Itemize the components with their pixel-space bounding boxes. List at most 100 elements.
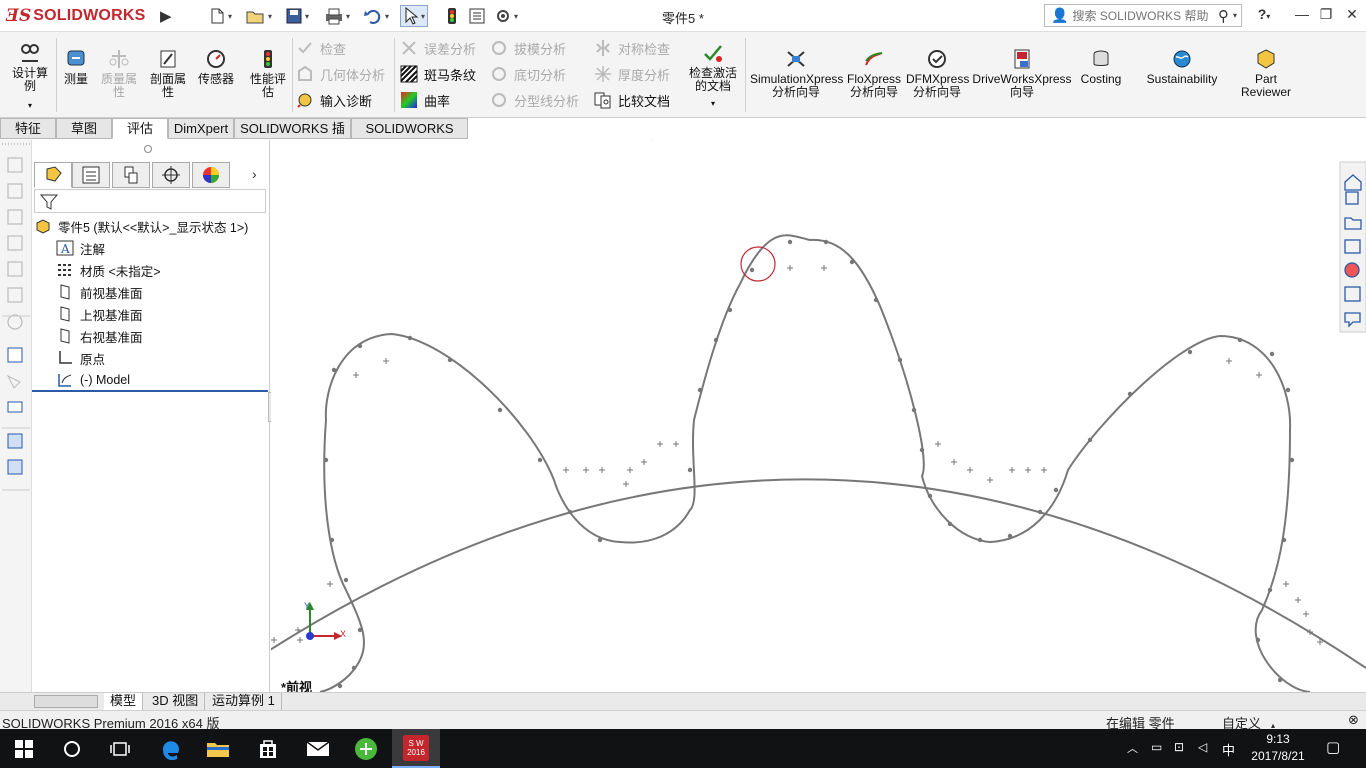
action-center-icon[interactable]: ▢ xyxy=(1326,738,1340,756)
rollback-bar[interactable] xyxy=(32,390,268,392)
graphics-viewport[interactable]: ▾ ▾ ▾ ▾ ▾ xyxy=(271,140,1366,692)
mass-properties-button[interactable]: 质量属性 xyxy=(96,48,142,99)
close-button[interactable]: ✕ xyxy=(1340,6,1364,26)
view-cube-icon xyxy=(7,261,23,277)
menu-expand-icon[interactable]: ▶ xyxy=(160,6,172,26)
help-search-box[interactable]: 👤 ⚲▾ xyxy=(1044,4,1242,27)
measure-button[interactable]: 测量 xyxy=(60,48,92,86)
dimxpert-manager-tab[interactable] xyxy=(152,162,190,188)
undo-button[interactable]: ▾ xyxy=(363,6,389,26)
tray-chevron-up-icon[interactable]: ︿ xyxy=(1127,740,1138,756)
clock[interactable]: 9:13 2017/8/21 xyxy=(1248,731,1308,765)
property-manager-tab[interactable] xyxy=(72,162,110,188)
tree-item-annotations[interactable]: A 注解 xyxy=(56,238,105,258)
gear-profile-sketch[interactable] xyxy=(271,234,1366,692)
sketch-point-marker xyxy=(1025,467,1031,473)
save-button[interactable]: ▾ xyxy=(285,6,309,26)
rebuild-button[interactable] xyxy=(446,6,458,26)
status-tags-icon[interactable]: ⊗ xyxy=(1348,712,1359,728)
options-button[interactable]: ▾ xyxy=(494,6,518,26)
thickness-analysis-button[interactable]: 厚度分析 xyxy=(594,63,670,85)
configuration-manager-tab[interactable] xyxy=(112,162,150,188)
solidworks-taskbar-button[interactable]: S W 2016 xyxy=(392,729,440,768)
sensors-button[interactable]: 传感器 xyxy=(194,48,238,86)
design-study-button[interactable]: 设计算例 ▾ xyxy=(8,42,52,112)
dfmxpress-button[interactable]: DFMXpress 分析向导 xyxy=(906,48,969,99)
tree-root-part[interactable]: 零件5 (默认<<默认>_显示状态 1>) xyxy=(34,216,248,236)
curvature-icon xyxy=(401,92,417,108)
ime-indicator[interactable]: 中 xyxy=(1222,740,1235,759)
undercut-analysis-button[interactable]: 底切分析 xyxy=(490,63,566,85)
tree-item-material[interactable]: 材质 <未指定> xyxy=(56,260,161,280)
minimize-button[interactable]: — xyxy=(1290,6,1314,26)
tree-item-right-plane[interactable]: 右视基准面 xyxy=(56,326,143,346)
solidworks-logo[interactable]: ƎS SOLIDWORKS xyxy=(6,4,154,28)
green-app-button[interactable] xyxy=(342,729,390,768)
deviation-analysis-button[interactable]: 误差分析 xyxy=(400,37,476,59)
check-active-document-label: 检查激活的文档 xyxy=(688,66,737,93)
floxpress-button[interactable]: FloXpress 分析向导 xyxy=(846,48,902,99)
section-properties-button[interactable]: 剖面属性 xyxy=(146,48,190,99)
parting-line-analysis-button[interactable]: 分型线分析 xyxy=(490,89,579,111)
new-document-button[interactable]: ▾ xyxy=(208,6,232,26)
tab-solidworks-mbd[interactable]: SOLIDWORKS MBD xyxy=(351,118,468,155)
symmetry-check-button[interactable]: 对称检查 xyxy=(594,37,670,59)
import-diagnostics-button[interactable]: 输入诊断 xyxy=(296,89,372,111)
performance-eval-button[interactable]: 性能评估 xyxy=(246,48,290,99)
tray-battery-icon[interactable]: ▭ xyxy=(1151,740,1162,754)
tab-features[interactable]: 特征 xyxy=(0,118,56,139)
start-button[interactable] xyxy=(0,729,48,768)
costing-button[interactable]: Costing xyxy=(1076,48,1126,86)
sketch-point-marker xyxy=(1009,467,1015,473)
geometry-analysis-button[interactable]: 几何体分析 xyxy=(296,63,385,85)
panel-pin-icon[interactable] xyxy=(144,145,152,153)
file-properties-button[interactable] xyxy=(468,6,486,26)
cortana-button[interactable] xyxy=(48,729,96,768)
curvature-button[interactable]: 曲率 xyxy=(400,89,450,111)
mail-button[interactable] xyxy=(294,729,342,768)
spline-point xyxy=(873,297,879,303)
draft-analysis-button[interactable]: 拔模分析 xyxy=(490,37,566,59)
check-active-document-button[interactable]: 检查激活的文档 ▾ xyxy=(684,42,742,110)
tree-item-front-plane[interactable]: 前视基准面 xyxy=(56,282,143,302)
layers-icon xyxy=(7,459,23,475)
edge-browser-button[interactable] xyxy=(146,729,194,768)
tab-scroll-arrows[interactable] xyxy=(34,695,98,708)
print-button[interactable]: ▾ xyxy=(324,6,350,26)
tab-evaluate[interactable]: 评估 xyxy=(112,118,168,139)
spline-point xyxy=(697,387,703,393)
help-search-input[interactable] xyxy=(1072,8,1213,23)
restore-button[interactable]: ❐ xyxy=(1314,6,1338,26)
simulationxpress-button[interactable]: SimulationXpress 分析向导 xyxy=(750,48,843,99)
display-manager-tab[interactable] xyxy=(192,162,230,188)
check-button[interactable]: 检查 xyxy=(296,37,346,59)
chevron-right-icon[interactable]: › xyxy=(252,166,257,182)
task-view-button[interactable] xyxy=(96,729,144,768)
tray-volume-icon[interactable]: ◁ xyxy=(1198,740,1207,754)
part-reviewer-button[interactable]: Part Reviewer xyxy=(1236,48,1296,99)
tab-motion-study-1[interactable]: 运动算例 1 xyxy=(206,693,282,710)
tray-network-icon[interactable]: ⊡ xyxy=(1174,740,1184,754)
tab-solidworks-addins[interactable]: SOLIDWORKS 插件 xyxy=(234,118,351,155)
tree-item-origin[interactable]: 原点 xyxy=(56,348,105,368)
select-button[interactable]: ▾ xyxy=(400,5,429,27)
compare-documents-button[interactable]: 比较文档 xyxy=(594,89,670,111)
zebra-stripes-button[interactable]: 斑马条纹 xyxy=(400,63,476,85)
feature-tree-filter[interactable] xyxy=(34,189,266,213)
open-document-button[interactable]: ▾ xyxy=(246,6,272,26)
help-button[interactable]: ?▾ xyxy=(1252,6,1276,26)
file-explorer-button[interactable] xyxy=(194,729,242,768)
tab-dimxpert[interactable]: DimXpert xyxy=(168,118,234,139)
tab-sketch[interactable]: 草图 xyxy=(56,118,112,139)
tree-item-top-plane[interactable]: 上视基准面 xyxy=(56,304,143,324)
store-button[interactable] xyxy=(244,729,292,768)
search-icon[interactable]: ⚲ xyxy=(1218,7,1229,25)
driveworksxpress-button[interactable]: DriveWorksXpress 向导 xyxy=(972,48,1072,99)
spline-point xyxy=(1007,533,1013,539)
feature-manager-tab[interactable] xyxy=(34,162,72,188)
tab-3d-views[interactable]: 3D 视图 xyxy=(146,693,206,710)
tab-model[interactable]: 模型 xyxy=(104,693,144,710)
sustainability-button[interactable]: Sustainability xyxy=(1140,48,1224,86)
tree-item-model-sketch[interactable]: (-) Model xyxy=(56,370,130,390)
task-pane-strip[interactable] xyxy=(1339,161,1366,333)
